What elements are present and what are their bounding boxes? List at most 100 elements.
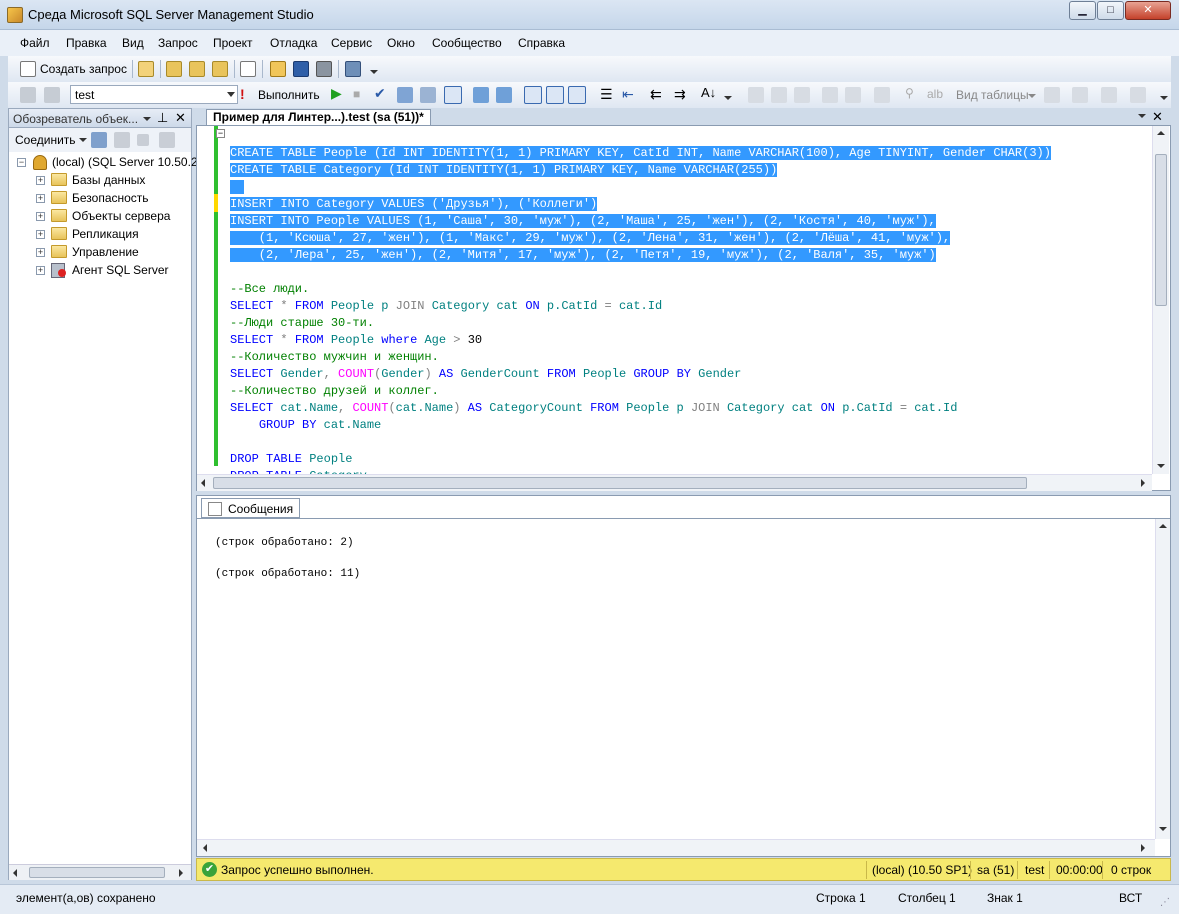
save-icon[interactable] [293,61,309,77]
expand-icon[interactable]: + [36,248,45,257]
filter-icon[interactable] [159,132,175,148]
results-horizontal-scrollbar[interactable] [197,839,1155,856]
open-folder-icon[interactable] [270,61,286,77]
collapse-icon[interactable]: − [17,158,26,167]
estimated-plan-icon[interactable] [420,87,436,103]
folder-icon [51,191,67,204]
menu-help[interactable]: Справка [518,36,565,50]
client-statistics-icon[interactable] [496,87,512,103]
results-to-file-icon[interactable] [444,86,462,104]
scroll-thumb[interactable] [1155,154,1167,306]
database-selector[interactable]: test [70,85,238,104]
menu-edit[interactable]: Правка [66,36,107,50]
editor-horizontal-scrollbar[interactable] [197,474,1152,491]
stop-icon[interactable]: ■ [353,87,360,101]
change-connection-icon[interactable] [44,87,60,103]
expand-icon[interactable]: + [36,194,45,203]
add-table-icon[interactable]: ⚲ [905,86,914,100]
scroll-thumb[interactable] [213,477,1027,489]
show-sql-pane-icon[interactable] [794,87,810,103]
tree-node-replication[interactable]: + Репликация [9,226,191,244]
increase-indent-icon[interactable]: ⇉ [674,86,686,103]
execute-button[interactable]: Выполнить [258,88,320,102]
minimize-button[interactable]: ▁ [1069,1,1096,20]
mdx-query-icon[interactable] [166,61,182,77]
new-query-button[interactable]: Создать запрос [40,62,127,76]
menu-file[interactable]: Файл [20,36,50,50]
tree-node-management[interactable]: + Управление [9,244,191,262]
disconnect-icon[interactable] [91,132,107,148]
tree-node-sql-agent[interactable]: + Агент SQL Server [9,262,191,280]
show-diagram-pane-icon[interactable] [748,87,764,103]
expand-icon[interactable]: + [36,266,45,275]
expand-icon[interactable]: + [36,230,45,239]
pin-icon[interactable]: ⊥ [157,110,168,126]
specify-values-icon[interactable]: A↓ [701,85,716,100]
close-panel-icon[interactable]: ✕ [175,110,186,126]
dmx-query-icon[interactable] [189,61,205,77]
uncomment-lines-icon[interactable]: ⇤ [622,86,634,103]
db-engine-query-icon[interactable] [138,61,154,77]
parse-check-icon[interactable]: ✔ [374,85,386,102]
document-tabstrip: Пример для Линтер...).test (sa (51))* ✕ [196,108,1171,125]
debug-play-icon[interactable]: ▶ [331,85,342,102]
tab-list-icon[interactable] [1138,114,1146,118]
activity-monitor-icon[interactable] [345,61,361,77]
layout-icon[interactable] [1130,87,1146,103]
tree-node-databases[interactable]: + Базы данных [9,172,191,190]
tree-server-node[interactable]: − (local) (SQL Server 10.50.2 [9,154,198,172]
show-criteria-pane-icon[interactable] [771,87,787,103]
menu-tools[interactable]: Сервис [331,36,372,50]
results-to-text-icon[interactable] [524,86,542,104]
scroll-thumb[interactable] [29,867,165,878]
menu-community[interactable]: Сообщество [432,36,502,50]
auto-arrange-icon[interactable] [1072,87,1088,103]
decrease-indent-icon[interactable]: ⇇ [650,86,662,103]
comment-lines-icon[interactable]: ☰ [600,86,613,103]
add-derived-table-icon[interactable]: alb [927,87,943,101]
connect-dropdown-button[interactable]: Соединить [15,133,76,147]
sql-editor[interactable]: − CREATE TABLE People (Id INT IDENTITY(1… [196,125,1171,491]
maximize-button[interactable]: □ [1097,1,1124,20]
new-file-icon[interactable] [240,61,256,77]
close-tab-icon[interactable]: ✕ [1152,109,1163,125]
code-area[interactable]: CREATE TABLE People (Id INT IDENTITY(1, … [230,128,1051,519]
menu-query[interactable]: Запрос [158,36,198,50]
group-by-icon[interactable] [874,87,890,103]
horizontal-scrollbar[interactable] [9,864,191,880]
tree-node-server-objects[interactable]: + Объекты сервера [9,208,191,226]
tree-node-security[interactable]: + Безопасность [9,190,191,208]
outline-collapse-icon[interactable]: − [216,129,225,138]
register-icon[interactable] [114,132,130,148]
menu-window[interactable]: Окно [387,36,415,50]
table-view-button[interactable]: Вид таблицы [956,88,1029,102]
results-to-grid-icon[interactable] [546,86,564,104]
status-text: элемент(а,ов) сохранено [16,891,156,905]
connect-icon[interactable] [20,87,36,103]
dropdown-icon[interactable] [143,117,151,121]
tab-messages[interactable]: Сообщения [201,498,301,518]
tree-node-label: Управление [72,245,139,259]
menu-debug[interactable]: Отладка [270,36,317,50]
tab-query-editor[interactable]: Пример для Линтер...).test (sa (51))* [206,109,431,125]
page-break-icon[interactable] [1101,87,1117,103]
expand-icon[interactable]: + [36,212,45,221]
folder-icon [51,209,67,222]
execute-sql-icon[interactable] [822,87,838,103]
print-icon[interactable] [316,61,332,77]
query-designer-icon[interactable] [397,87,413,103]
results-to-file2-icon[interactable] [568,86,586,104]
xmla-query-icon[interactable] [212,61,228,77]
verify-sql-icon[interactable] [845,87,861,103]
menu-project[interactable]: Проект [213,36,253,50]
stop-icon[interactable] [137,134,149,146]
expand-icon[interactable]: + [36,176,45,185]
change-type-icon[interactable] [1044,87,1060,103]
close-button[interactable]: ✕ [1125,1,1171,20]
menu-view[interactable]: Вид [122,36,144,50]
editor-vertical-scrollbar[interactable] [1152,126,1169,474]
include-plan-icon[interactable] [473,87,489,103]
resize-grip-icon[interactable]: ⋰ [1160,897,1170,908]
folder-icon [51,227,67,240]
results-vertical-scrollbar[interactable] [1155,519,1170,839]
